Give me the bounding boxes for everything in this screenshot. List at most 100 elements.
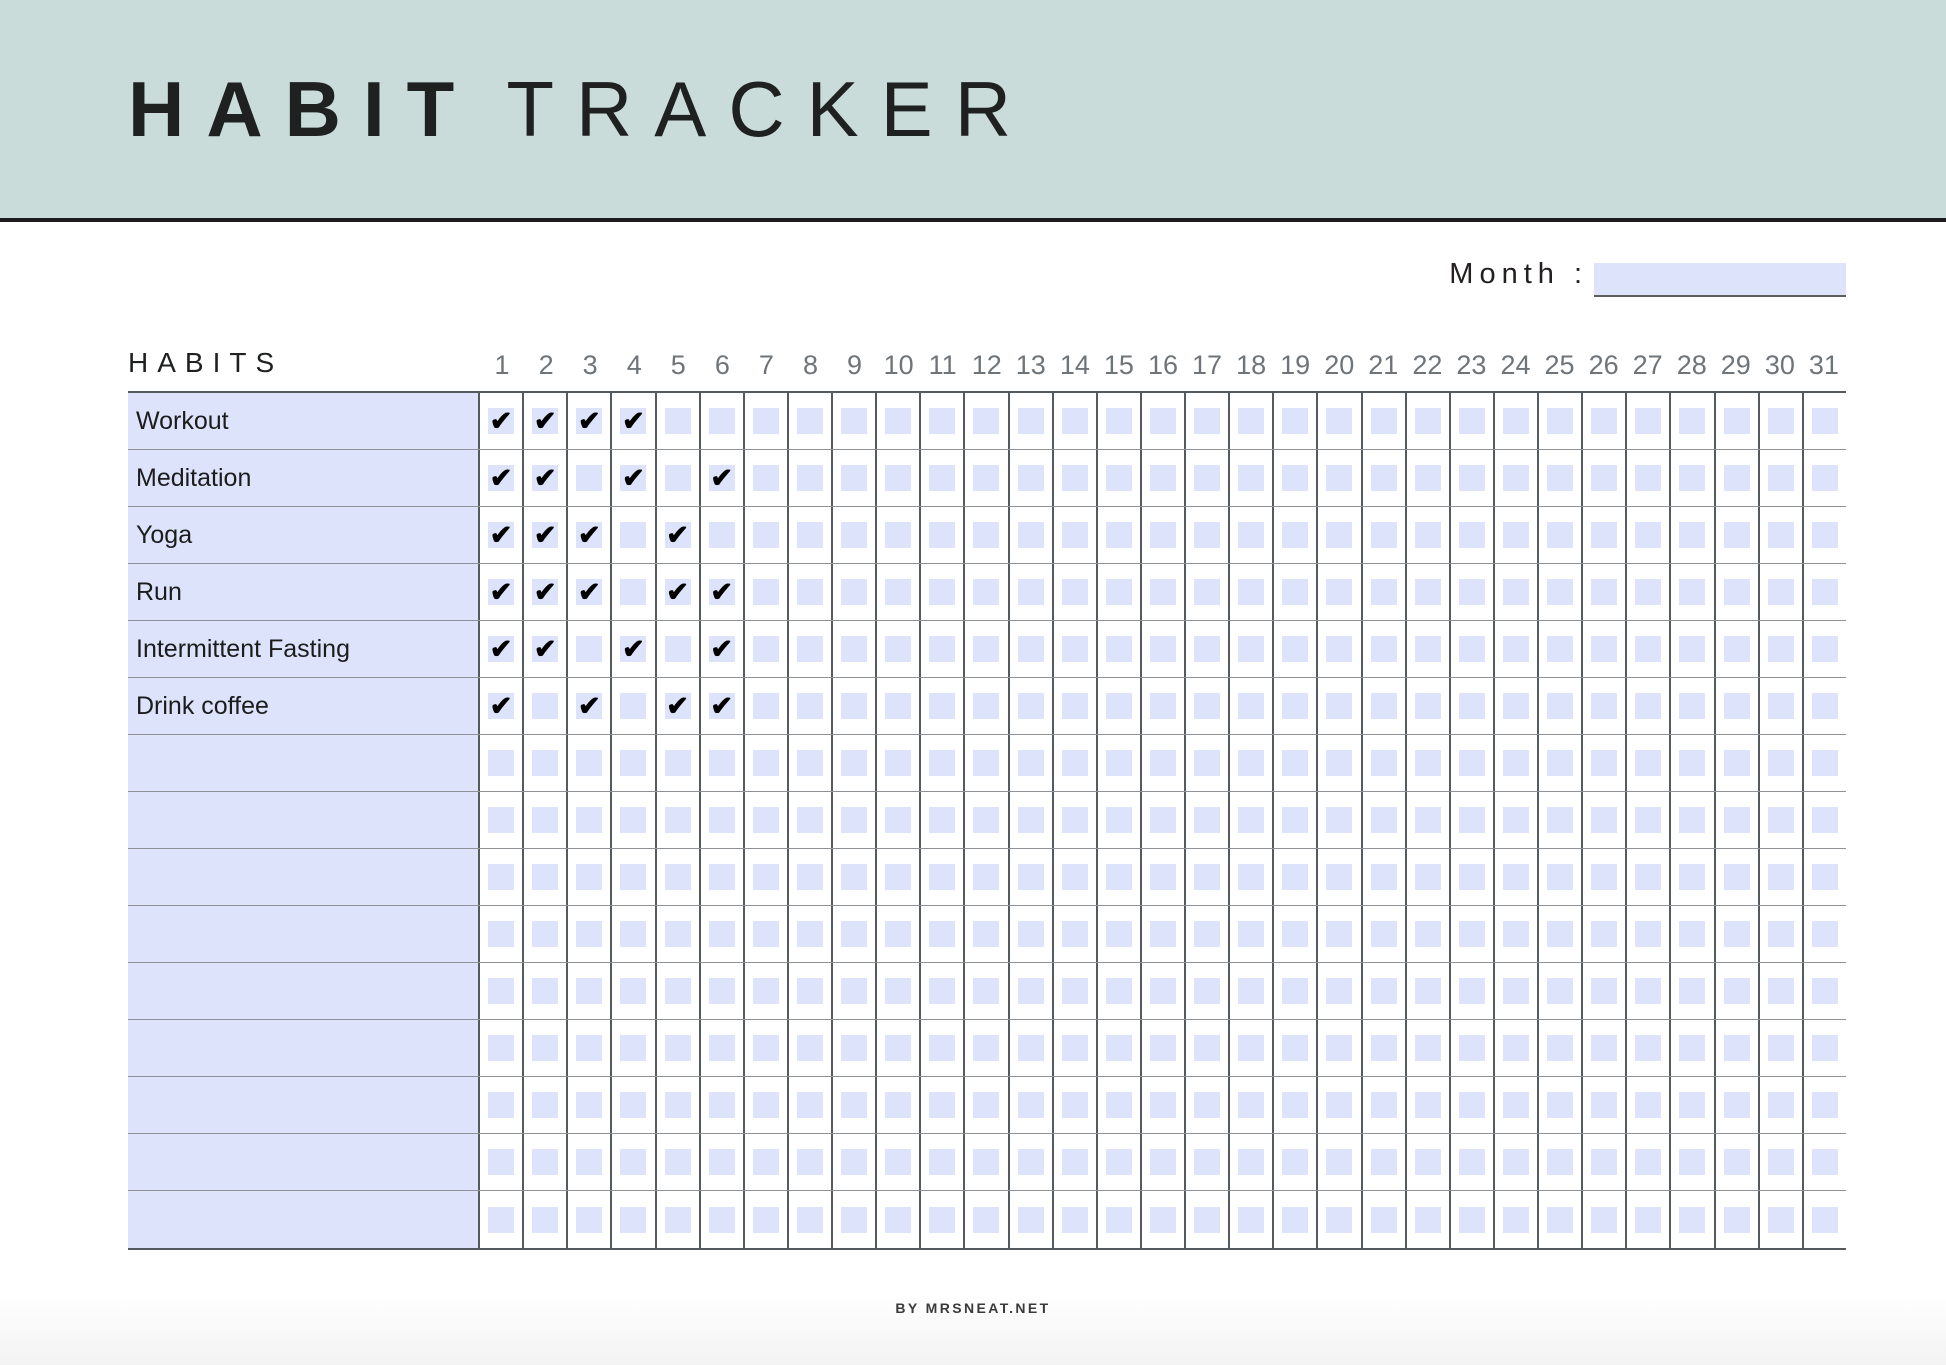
habit-checkbox[interactable]: ✔ bbox=[885, 693, 912, 719]
habit-checkbox[interactable]: ✔ bbox=[752, 693, 779, 719]
day-cell[interactable]: ✔ bbox=[1362, 906, 1407, 962]
habit-checkbox[interactable]: ✔ bbox=[1326, 978, 1353, 1004]
day-cell[interactable]: ✔ bbox=[833, 621, 878, 677]
habit-checkbox[interactable]: ✔ bbox=[1326, 864, 1353, 890]
day-cell[interactable]: ✔ bbox=[568, 450, 613, 506]
habit-checkbox-checked[interactable]: ✔ bbox=[664, 692, 691, 719]
habit-checkbox-checked[interactable]: ✔ bbox=[708, 692, 735, 719]
habit-checkbox[interactable]: ✔ bbox=[1238, 408, 1265, 434]
habit-checkbox[interactable]: ✔ bbox=[796, 1149, 823, 1175]
habit-name-input[interactable] bbox=[128, 1191, 480, 1248]
day-cell[interactable]: ✔ bbox=[1009, 963, 1054, 1019]
habit-checkbox[interactable]: ✔ bbox=[1194, 1149, 1221, 1175]
habit-checkbox[interactable]: ✔ bbox=[752, 636, 779, 662]
day-cell[interactable]: ✔ bbox=[612, 849, 657, 905]
day-cell[interactable]: ✔ bbox=[1759, 906, 1804, 962]
day-cell[interactable]: ✔ bbox=[1759, 1191, 1804, 1248]
habit-checkbox[interactable]: ✔ bbox=[1370, 1035, 1397, 1061]
day-cell[interactable]: ✔ bbox=[1759, 1077, 1804, 1133]
habit-checkbox[interactable]: ✔ bbox=[532, 1206, 559, 1233]
day-cell[interactable]: ✔ bbox=[568, 792, 613, 848]
day-cell[interactable]: ✔ bbox=[1583, 792, 1628, 848]
habit-checkbox[interactable]: ✔ bbox=[1061, 1206, 1088, 1233]
habit-checkbox[interactable]: ✔ bbox=[1061, 636, 1088, 662]
day-cell[interactable]: ✔ bbox=[1715, 906, 1760, 962]
day-cell[interactable]: ✔ bbox=[1406, 792, 1451, 848]
day-cell[interactable]: ✔ bbox=[1671, 621, 1716, 677]
habit-checkbox[interactable]: ✔ bbox=[1105, 807, 1132, 833]
habit-checkbox[interactable]: ✔ bbox=[1370, 807, 1397, 833]
habit-checkbox[interactable]: ✔ bbox=[973, 408, 1000, 434]
day-cell[interactable]: ✔ bbox=[1450, 393, 1495, 449]
habit-checkbox[interactable]: ✔ bbox=[1061, 522, 1088, 548]
day-cell[interactable]: ✔ bbox=[612, 678, 657, 734]
habit-checkbox[interactable]: ✔ bbox=[841, 921, 868, 947]
day-cell[interactable]: ✔ bbox=[1406, 1077, 1451, 1133]
habit-checkbox[interactable]: ✔ bbox=[664, 921, 691, 947]
day-cell[interactable]: ✔ bbox=[833, 906, 878, 962]
day-cell[interactable]: ✔ bbox=[965, 1020, 1010, 1076]
day-cell[interactable]: ✔ bbox=[877, 963, 922, 1019]
habit-checkbox[interactable]: ✔ bbox=[1326, 1149, 1353, 1175]
habit-checkbox[interactable]: ✔ bbox=[1458, 807, 1485, 833]
day-cell[interactable]: ✔ bbox=[1362, 1020, 1407, 1076]
day-cell[interactable]: ✔ bbox=[1318, 1077, 1363, 1133]
day-cell[interactable]: ✔ bbox=[965, 1077, 1010, 1133]
day-cell[interactable]: ✔ bbox=[1141, 450, 1186, 506]
habit-checkbox[interactable]: ✔ bbox=[1723, 693, 1750, 719]
habit-checkbox[interactable]: ✔ bbox=[1811, 408, 1838, 434]
habit-checkbox[interactable]: ✔ bbox=[664, 864, 691, 890]
day-cell[interactable]: ✔ bbox=[524, 450, 569, 506]
habit-checkbox-checked[interactable]: ✔ bbox=[708, 578, 735, 605]
habit-checkbox[interactable]: ✔ bbox=[664, 1035, 691, 1061]
habit-checkbox[interactable]: ✔ bbox=[1767, 579, 1794, 605]
habit-checkbox[interactable]: ✔ bbox=[664, 807, 691, 833]
day-cell[interactable]: ✔ bbox=[656, 393, 701, 449]
habit-checkbox[interactable]: ✔ bbox=[1767, 693, 1794, 719]
day-cell[interactable]: ✔ bbox=[1318, 1191, 1363, 1248]
day-cell[interactable]: ✔ bbox=[1583, 1077, 1628, 1133]
habit-checkbox[interactable]: ✔ bbox=[1679, 921, 1706, 947]
habit-checkbox[interactable]: ✔ bbox=[1811, 807, 1838, 833]
habit-checkbox[interactable]: ✔ bbox=[1282, 1149, 1309, 1175]
day-cell[interactable]: ✔ bbox=[1318, 621, 1363, 677]
day-cell[interactable]: ✔ bbox=[1097, 1020, 1142, 1076]
day-cell[interactable]: ✔ bbox=[1141, 792, 1186, 848]
habit-checkbox[interactable]: ✔ bbox=[1635, 693, 1662, 719]
habit-checkbox[interactable]: ✔ bbox=[1591, 522, 1618, 548]
day-cell[interactable]: ✔ bbox=[1053, 1020, 1098, 1076]
day-cell[interactable]: ✔ bbox=[1274, 678, 1319, 734]
habit-checkbox[interactable]: ✔ bbox=[1149, 864, 1176, 890]
day-cell[interactable]: ✔ bbox=[877, 735, 922, 791]
habit-checkbox[interactable]: ✔ bbox=[664, 750, 691, 776]
habit-checkbox[interactable]: ✔ bbox=[1458, 921, 1485, 947]
day-cell[interactable]: ✔ bbox=[1803, 963, 1846, 1019]
day-cell[interactable]: ✔ bbox=[656, 849, 701, 905]
day-cell[interactable]: ✔ bbox=[1362, 963, 1407, 1019]
day-cell[interactable]: ✔ bbox=[1450, 1134, 1495, 1190]
day-cell[interactable]: ✔ bbox=[1053, 564, 1098, 620]
day-cell[interactable]: ✔ bbox=[1671, 1020, 1716, 1076]
day-cell[interactable]: ✔ bbox=[1318, 507, 1363, 563]
habit-checkbox[interactable]: ✔ bbox=[488, 1092, 515, 1118]
month-input[interactable] bbox=[1594, 263, 1846, 297]
day-cell[interactable]: ✔ bbox=[1274, 393, 1319, 449]
habit-checkbox-checked[interactable]: ✔ bbox=[576, 521, 603, 548]
day-cell[interactable]: ✔ bbox=[568, 678, 613, 734]
habit-checkbox[interactable]: ✔ bbox=[752, 864, 779, 890]
day-cell[interactable]: ✔ bbox=[1097, 735, 1142, 791]
habit-checkbox[interactable]: ✔ bbox=[973, 807, 1000, 833]
habit-checkbox[interactable]: ✔ bbox=[1502, 465, 1529, 491]
habit-checkbox[interactable]: ✔ bbox=[488, 978, 515, 1004]
day-cell[interactable]: ✔ bbox=[1141, 507, 1186, 563]
day-cell[interactable]: ✔ bbox=[1759, 963, 1804, 1019]
day-cell[interactable]: ✔ bbox=[1627, 450, 1672, 506]
habit-checkbox[interactable]: ✔ bbox=[1502, 807, 1529, 833]
habit-checkbox[interactable]: ✔ bbox=[664, 978, 691, 1004]
habit-checkbox[interactable]: ✔ bbox=[664, 408, 691, 434]
habit-checkbox[interactable]: ✔ bbox=[752, 1035, 779, 1061]
habit-checkbox[interactable]: ✔ bbox=[796, 636, 823, 662]
day-cell[interactable]: ✔ bbox=[833, 1077, 878, 1133]
habit-checkbox[interactable]: ✔ bbox=[1679, 1035, 1706, 1061]
habit-checkbox[interactable]: ✔ bbox=[1061, 978, 1088, 1004]
